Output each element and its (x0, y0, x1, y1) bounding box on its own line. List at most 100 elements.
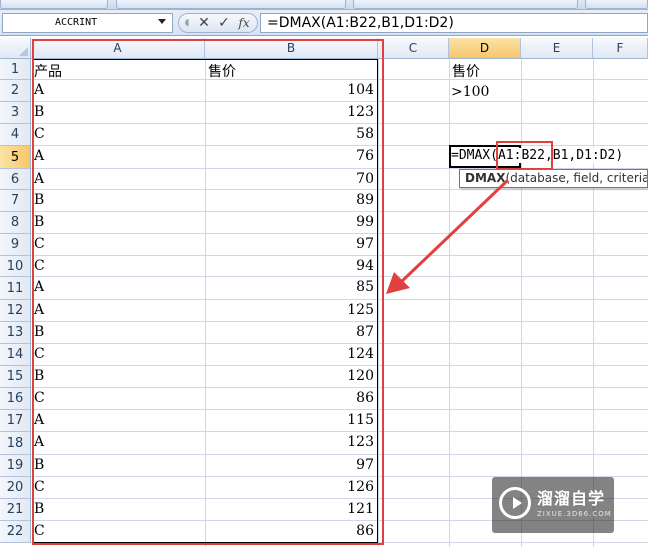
grid-row-line (31, 123, 648, 124)
cell-a16[interactable]: C (34, 390, 202, 406)
cell-a3[interactable]: B (34, 104, 202, 120)
ribbon-strip (0, 0, 648, 10)
row-header-13[interactable]: 13 (0, 322, 31, 344)
row-header-21[interactable]: 21 (0, 499, 31, 521)
grid-row-line (31, 409, 648, 410)
row-header-15[interactable]: 15 (0, 366, 31, 388)
cell-a10[interactable]: C (34, 258, 202, 274)
cell-b14[interactable]: 124 (206, 346, 374, 362)
row-header-8[interactable]: 8 (0, 212, 31, 234)
grid-row-line (31, 233, 648, 234)
cell-a6[interactable]: A (34, 171, 202, 187)
cell-a14[interactable]: C (34, 346, 202, 362)
row-header-22[interactable]: 22 (0, 521, 31, 543)
cell-b4[interactable]: 58 (206, 126, 374, 142)
row-header-18[interactable]: 18 (0, 432, 31, 455)
cell-b22[interactable]: 86 (206, 523, 374, 539)
formula-ref: A1:B22 (497, 148, 545, 163)
cell-b9[interactable]: 97 (206, 236, 374, 252)
row-header-2[interactable]: 2 (0, 80, 31, 102)
row-header-5[interactable]: 5 (0, 146, 31, 169)
cell-b7[interactable]: 89 (206, 192, 374, 208)
column-header-d[interactable]: D (449, 38, 521, 59)
cell-b8[interactable]: 99 (206, 214, 374, 230)
row-header-20[interactable]: 20 (0, 477, 31, 499)
formula-text: =DMAX(A1:B22,B1,D1:D2) (267, 15, 454, 31)
grid-row-line (31, 431, 648, 432)
cancel-icon[interactable]: ✕ (195, 15, 213, 32)
cell-a15[interactable]: B (34, 368, 202, 384)
cell-b3[interactable]: 123 (206, 104, 374, 120)
column-label: F (616, 41, 624, 55)
cell-a2[interactable]: A (34, 82, 202, 98)
row-header-4[interactable]: 4 (0, 124, 31, 146)
function-tooltip[interactable]: DMAX(database, field, criteria) (459, 169, 648, 188)
column-header-f[interactable]: F (593, 38, 648, 59)
cell-b5[interactable]: 76 (206, 148, 374, 164)
cell-b12[interactable]: 125 (206, 302, 374, 318)
row-header-17[interactable]: 17 (0, 410, 31, 432)
cell-b2[interactable]: 104 (206, 82, 374, 98)
row-header-3[interactable]: 3 (0, 102, 31, 124)
cell-a22[interactable]: C (34, 523, 202, 539)
column-header-e[interactable]: E (521, 38, 593, 59)
grid-row-line (31, 387, 648, 388)
cell-b6[interactable]: 70 (206, 171, 374, 187)
row-header-1[interactable]: 1 (0, 59, 31, 80)
cell-d5-formula[interactable]: =DMAX(A1:B22,B1,D1:D2) (451, 148, 624, 163)
cell-a9[interactable]: C (34, 236, 202, 252)
cell-b11[interactable]: 85 (206, 279, 374, 295)
cell-b10[interactable]: 94 (206, 258, 374, 274)
cell-a17[interactable]: A (34, 412, 202, 428)
cell-a1[interactable]: 产品 (34, 61, 204, 81)
cell-a8[interactable]: B (34, 214, 202, 230)
cell-a5[interactable]: A (34, 148, 202, 164)
cell-b17[interactable]: 115 (206, 412, 374, 428)
cell-a20[interactable]: C (34, 479, 202, 495)
cell-b18[interactable]: 123 (206, 434, 374, 450)
cell-b16[interactable]: 86 (206, 390, 374, 406)
row-header-6[interactable]: 6 (0, 169, 31, 190)
ribbon-group-number[interactable] (585, 0, 648, 9)
cell-d1[interactable]: 售价 (452, 61, 480, 81)
ribbon-group-clipboard[interactable] (0, 0, 108, 9)
row-header-14[interactable]: 14 (0, 344, 31, 366)
cell-a12[interactable]: A (34, 302, 202, 318)
grid-row-line (31, 255, 648, 256)
row-header-9[interactable]: 9 (0, 234, 31, 256)
cell-a21[interactable]: B (34, 501, 202, 517)
column-header-c[interactable]: C (378, 38, 449, 59)
row-header-16[interactable]: 16 (0, 388, 31, 410)
enter-icon[interactable]: ✓ (215, 15, 233, 32)
cell-d2[interactable]: >100 (451, 84, 489, 100)
column-label: E (552, 41, 561, 55)
cell-a11[interactable]: A (34, 279, 202, 295)
cell-a19[interactable]: B (34, 457, 202, 473)
row-header-12[interactable]: 12 (0, 300, 31, 322)
ribbon-group-alignment[interactable] (353, 0, 578, 9)
row-header-7[interactable]: 7 (0, 190, 31, 212)
row-header-10[interactable]: 10 (0, 256, 31, 277)
cell-b20[interactable]: 126 (206, 479, 374, 495)
cell-b15[interactable]: 120 (206, 368, 374, 384)
column-header-a[interactable]: A (31, 38, 205, 59)
column-header-b[interactable]: B (205, 38, 378, 59)
row-header-19[interactable]: 19 (0, 455, 31, 477)
name-box-dropdown-icon[interactable] (158, 19, 166, 24)
cell-b19[interactable]: 97 (206, 457, 374, 473)
formula-input[interactable]: =DMAX(A1:B22,B1,D1:D2) (260, 13, 648, 33)
row-header-11[interactable]: 11 (0, 277, 31, 300)
column-label: A (113, 41, 122, 55)
cell-a7[interactable]: B (34, 192, 202, 208)
cell-b13[interactable]: 87 (206, 324, 374, 340)
grid-row-line (31, 145, 648, 146)
select-all-corner[interactable] (0, 38, 31, 59)
cell-b21[interactable]: 121 (206, 501, 374, 517)
cell-a4[interactable]: C (34, 126, 202, 142)
cell-a18[interactable]: A (34, 434, 202, 450)
cell-a13[interactable]: B (34, 324, 202, 340)
insert-function-icon[interactable]: fx (235, 15, 253, 32)
name-box[interactable]: ACCRINT (2, 13, 173, 33)
ribbon-group-font[interactable] (116, 0, 346, 9)
cell-b1[interactable]: 售价 (208, 61, 376, 81)
